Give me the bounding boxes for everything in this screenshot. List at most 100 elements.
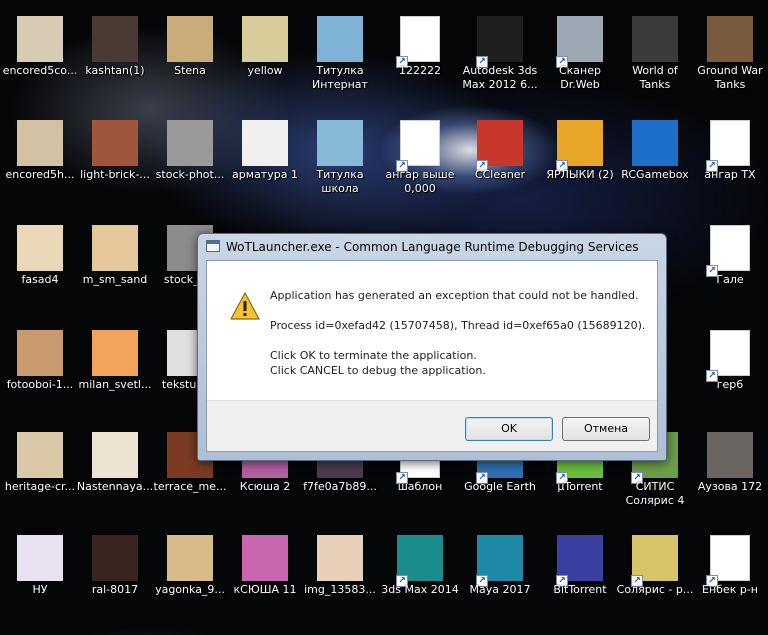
- cancel-button[interactable]: Отмена: [562, 417, 650, 441]
- desktop-icon[interactable]: stock-phot...: [150, 120, 230, 220]
- desktop-icon-label: Maya 2017: [460, 583, 540, 597]
- label-line: Tanks: [714, 78, 746, 91]
- desktop-icon[interactable]: ↗ Енбек р-н: [690, 535, 768, 635]
- label-line: yellow: [247, 64, 283, 77]
- desktop-icon[interactable]: Ground War Tanks: [690, 16, 768, 116]
- icon-thumbnail: [17, 225, 63, 271]
- label-line: f7fe0a7b89...: [303, 480, 377, 493]
- desktop-icon-label: µTorrent: [540, 480, 620, 494]
- desktop-icon-label: terrace_me...: [150, 480, 230, 494]
- desktop-icon[interactable]: heritage-cr...: [0, 432, 80, 532]
- desktop-icon-label: Гале: [690, 273, 768, 287]
- desktop-icon[interactable]: yellow: [225, 16, 305, 116]
- desktop-icon[interactable]: НУ: [0, 535, 80, 635]
- desktop-icon-label: 3ds Max 2014: [380, 583, 460, 597]
- desktop-icon[interactable]: World of Tanks: [615, 16, 695, 116]
- desktop-icon[interactable]: yagonka_9...: [150, 535, 230, 635]
- icon-thumbnail: [17, 432, 63, 478]
- desktop-icon-label: fotooboi-1...: [0, 378, 80, 392]
- desktop-icon[interactable]: ↗ Autodesk 3ds Max 2012 6...: [460, 16, 540, 116]
- desktop-icon[interactable]: RCGamebox: [615, 120, 695, 220]
- dialog-titlebar[interactable]: WoTLauncher.exe - Common Language Runtim…: [198, 234, 666, 260]
- desktop-icon[interactable]: fotooboi-1...: [0, 330, 80, 430]
- ok-button[interactable]: OK: [465, 417, 553, 441]
- desktop-icon[interactable]: ↗ CCleaner: [460, 120, 540, 220]
- desktop-icon[interactable]: ↗ ангар выше 0,000: [380, 120, 460, 220]
- desktop-icon-label: Ground War Tanks: [690, 64, 768, 92]
- desktop-icon-label: yagonka_9...: [150, 583, 230, 597]
- label-line: Гале: [716, 273, 744, 286]
- icon-thumbnail: [167, 120, 213, 166]
- icon-thumbnail: [92, 120, 138, 166]
- label-line: 3ds Max 2014: [381, 583, 459, 596]
- desktop-icon-label: kashtan(1): [75, 64, 155, 78]
- label-line: Аузова 172: [697, 480, 763, 493]
- desktop-icon[interactable]: Stena: [150, 16, 230, 116]
- desktop-icon[interactable]: encored5h...: [0, 120, 80, 220]
- label-line: milan_svetl...: [78, 378, 152, 391]
- label-line: terrace_me...: [153, 480, 227, 493]
- icon-thumbnail: [92, 225, 138, 271]
- label-line: кСЮША 11: [233, 583, 297, 596]
- desktop-icon-label: шаблон: [380, 480, 460, 494]
- label-line: НУ: [32, 583, 48, 596]
- label-line: RCGamebox: [621, 168, 689, 181]
- desktop-icon[interactable]: Аузова 172: [690, 432, 768, 532]
- desktop-icon[interactable]: Nastennaya...: [75, 432, 155, 532]
- icon-thumbnail: [167, 16, 213, 62]
- desktop-icon-label: BitTorrent: [540, 583, 620, 597]
- desktop-icon[interactable]: ↗ Сканер Dr.Web: [540, 16, 620, 116]
- icon-thumbnail: [707, 432, 753, 478]
- icon-thumbnail: [92, 535, 138, 581]
- dialog-button-bar: OK Отмена: [207, 400, 657, 451]
- desktop-icon[interactable]: арматура 1: [225, 120, 305, 220]
- desktop-icon[interactable]: ↗ ЯРЛЫКИ (2): [540, 120, 620, 220]
- desktop-icon[interactable]: ↗ Гале: [690, 225, 768, 325]
- icon-thumbnail: [317, 16, 363, 62]
- desktop-icon[interactable]: encored5co...: [0, 16, 80, 116]
- desktop-icon-label: Аузова 172: [690, 480, 768, 494]
- label-line: fasad4: [21, 273, 59, 286]
- desktop-icon[interactable]: kashtan(1): [75, 16, 155, 116]
- label-line: Tanks: [639, 78, 671, 91]
- label-line: Енбек р-н: [702, 583, 758, 596]
- desktop-icon-label: fasad4: [0, 273, 80, 287]
- desktop-icon-label: Google Earth: [460, 480, 540, 494]
- desktop-icon[interactable]: img_13583...: [300, 535, 380, 635]
- desktop-icon-label: light-brick-...: [75, 168, 155, 182]
- desktop-icon-label: ЯРЛЫКИ (2): [540, 168, 620, 182]
- icon-thumbnail: [242, 535, 288, 581]
- label-line: Ground War: [697, 64, 763, 77]
- label-line: Титулка: [316, 168, 364, 181]
- icon-thumbnail: [167, 535, 213, 581]
- warning-icon: [230, 292, 260, 320]
- desktop-icon[interactable]: light-brick-...: [75, 120, 155, 220]
- desktop-icon[interactable]: milan_svetl...: [75, 330, 155, 430]
- label-line: fotooboi-1...: [6, 378, 74, 391]
- label-line: light-brick-...: [80, 168, 150, 181]
- desktop-icon[interactable]: Титулка Интернат: [300, 16, 380, 116]
- desktop-icon[interactable]: fasad4: [0, 225, 80, 325]
- message-line-2: Process id=0xefad42 (15707458), Thread i…: [270, 319, 646, 332]
- label-line: Интернат: [312, 78, 368, 91]
- desktop-icon-label: ангар TX: [690, 168, 768, 182]
- desktop-icon[interactable]: m_sm_sand: [75, 225, 155, 325]
- desktop-icon[interactable]: ↗ Солярис - р...: [615, 535, 695, 635]
- desktop-icon-label: CCleaner: [460, 168, 540, 182]
- desktop-icon[interactable]: ↗ BitTorrent: [540, 535, 620, 635]
- label-line: СИТИС: [635, 480, 675, 493]
- desktop-icon[interactable]: ↗ ангар TX: [690, 120, 768, 220]
- label-line: Солярис 4: [625, 494, 685, 507]
- desktop-icon[interactable]: ↗ 122222: [380, 16, 460, 116]
- desktop-icon[interactable]: ↗ гер6: [690, 330, 768, 430]
- desktop-icon[interactable]: Титулка школа: [300, 120, 380, 220]
- desktop-icon-label: m_sm_sand: [75, 273, 155, 287]
- icon-thumbnail: [242, 120, 288, 166]
- icon-thumbnail: [17, 120, 63, 166]
- label-line: гер6: [716, 378, 744, 391]
- desktop-icon[interactable]: ↗ 3ds Max 2014: [380, 535, 460, 635]
- label-line: World of: [632, 64, 678, 77]
- desktop-icon[interactable]: ↗ Maya 2017: [460, 535, 540, 635]
- desktop-icon[interactable]: кСЮША 11: [225, 535, 305, 635]
- desktop-icon[interactable]: ral-8017: [75, 535, 155, 635]
